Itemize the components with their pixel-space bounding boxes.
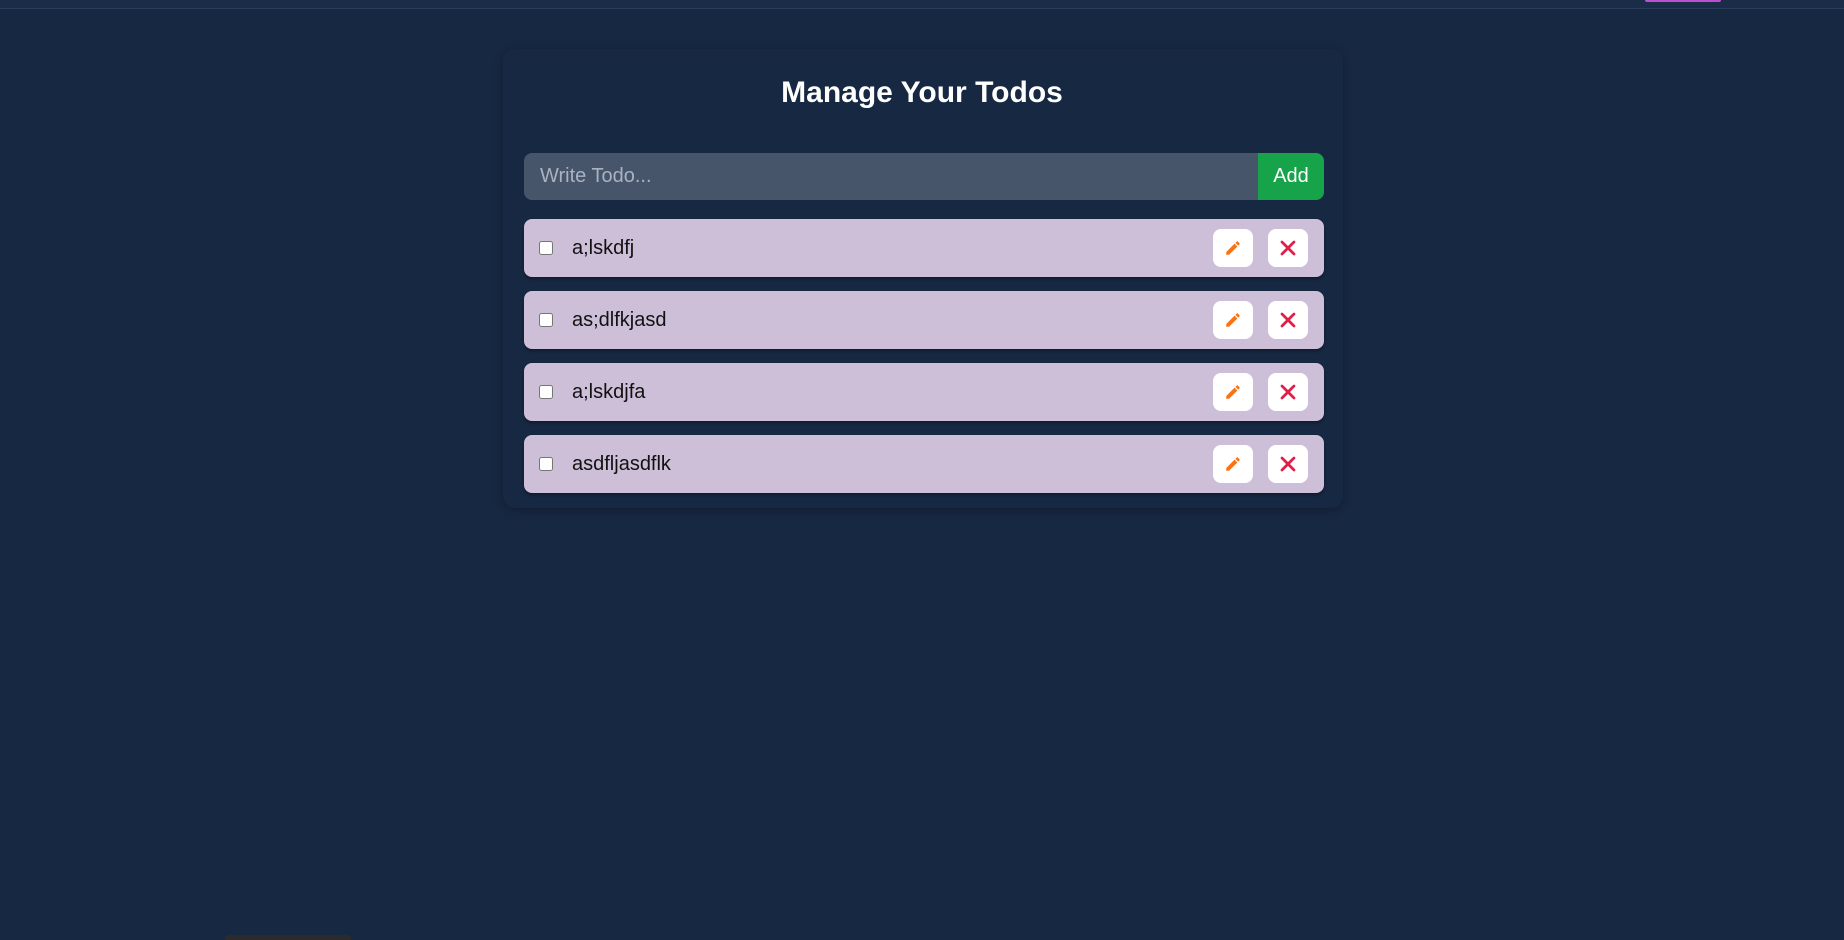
todo-checkbox[interactable] xyxy=(539,313,553,327)
delete-button[interactable] xyxy=(1268,301,1308,339)
pencil-icon xyxy=(1226,457,1240,471)
todo-input[interactable] xyxy=(524,153,1258,200)
todo-item: as;dlfkjasd xyxy=(524,291,1324,349)
top-bar xyxy=(0,0,1844,9)
pencil-icon xyxy=(1226,385,1240,399)
edit-button[interactable] xyxy=(1213,373,1253,411)
add-button[interactable]: Add xyxy=(1258,153,1324,200)
close-icon xyxy=(1280,456,1296,472)
todo-checkbox[interactable] xyxy=(539,385,553,399)
todo-item: asdfljasdflk xyxy=(524,435,1324,493)
pencil-icon xyxy=(1226,241,1240,255)
todo-item: a;lskdfj xyxy=(524,219,1324,277)
delete-button[interactable] xyxy=(1268,373,1308,411)
todo-checkbox[interactable] xyxy=(539,457,553,471)
todo-item: a;lskdjfa xyxy=(524,363,1324,421)
pencil-icon xyxy=(1226,313,1240,327)
todo-text: as;dlfkjasd xyxy=(572,309,667,331)
todo-text: asdfljasdflk xyxy=(572,453,671,475)
delete-button[interactable] xyxy=(1268,445,1308,483)
close-icon xyxy=(1280,240,1296,256)
top-bar-accent xyxy=(1645,0,1721,2)
close-icon xyxy=(1280,384,1296,400)
todo-checkbox[interactable] xyxy=(539,241,553,255)
edit-button[interactable] xyxy=(1213,301,1253,339)
page-title: Manage Your Todos xyxy=(781,76,1063,109)
todo-text: a;lskdjfa xyxy=(572,381,646,403)
edit-button[interactable] xyxy=(1213,445,1253,483)
close-icon xyxy=(1280,312,1296,328)
add-todo-form: Add xyxy=(524,153,1324,200)
todo-text: a;lskdfj xyxy=(572,237,635,259)
edit-button[interactable] xyxy=(1213,229,1253,267)
todo-list: a;lskdfj as;dlfkjasd a;lskdjfa asdfljasd… xyxy=(524,219,1324,507)
delete-button[interactable] xyxy=(1268,229,1308,267)
taskbar-edge xyxy=(225,935,351,940)
